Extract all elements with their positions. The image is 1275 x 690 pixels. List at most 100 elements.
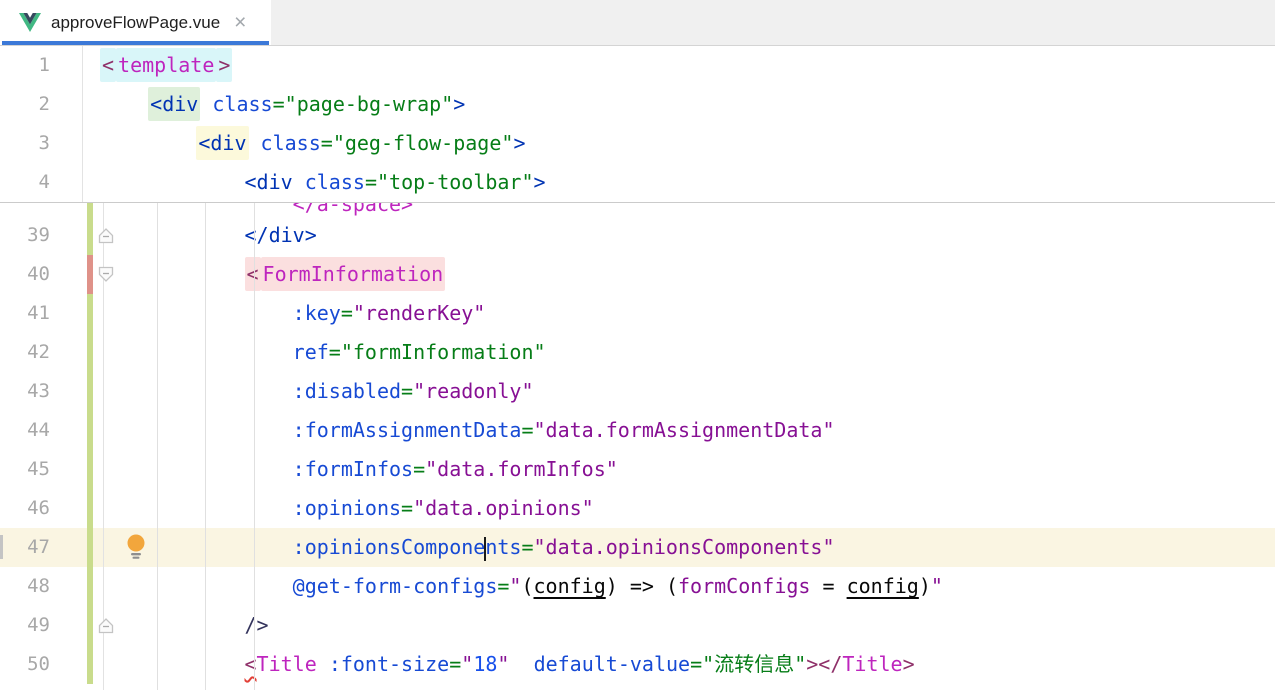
vcs-added-marker: [87, 528, 93, 567]
token-expr: ": [461, 652, 473, 676]
token-expr: ": [931, 574, 943, 598]
line-number: 41: [27, 294, 50, 333]
gutter-cell: 44: [0, 411, 100, 450]
code-text[interactable]: <div class="geg-flow-page">: [100, 124, 1275, 163]
line-number: 3: [39, 124, 50, 163]
code-text[interactable]: :opinionsComponents="data.opinionsCompon…: [100, 528, 1275, 567]
token-str: "page-bg-wrap": [285, 92, 454, 116]
token-cbr: <: [247, 262, 259, 286]
line-number: 39: [27, 216, 50, 255]
vcs-added-marker: [87, 294, 93, 333]
code-text[interactable]: <div class="top-toolbar">: [100, 163, 1275, 202]
token-param: config: [847, 574, 919, 598]
code-text[interactable]: :formAssignmentData="data.formAssignment…: [100, 411, 1275, 450]
code-line-2[interactable]: 2 <div class="page-bg-wrap">: [0, 85, 1275, 124]
code-text[interactable]: <div class="page-bg-wrap">: [100, 85, 1275, 124]
fold-down-icon[interactable]: [97, 266, 115, 287]
token-expr: "data.opinions": [413, 496, 594, 520]
token-plain: [249, 131, 261, 155]
token-cbr: <: [245, 652, 257, 676]
token-plain: [200, 92, 212, 116]
code-text[interactable]: <template>: [100, 46, 1275, 85]
token-attr: :font-size: [329, 652, 449, 676]
code-line-42[interactable]: 42 ref="formInformation": [0, 333, 1275, 372]
token-eq: =: [321, 131, 333, 155]
code-line-45[interactable]: 45 :formInfos="data.formInfos": [0, 450, 1275, 489]
vcs-added-marker: [87, 606, 93, 645]
code-text[interactable]: </div>: [100, 216, 1275, 255]
line-number: 4: [39, 163, 50, 202]
code-text[interactable]: :disabled="readonly": [100, 372, 1275, 411]
token-eq: =: [497, 574, 509, 598]
token-eq: =: [521, 418, 533, 442]
code-text[interactable]: @get-form-configs="(config) => (formConf…: [100, 567, 1275, 606]
vcs-added-marker: [87, 411, 93, 450]
token-tag: <div: [150, 92, 198, 116]
code-editor[interactable]: 1<template>2 <div class="page-bg-wrap">3…: [0, 46, 1275, 690]
token-comp: </a-space>: [293, 203, 413, 216]
code-text[interactable]: />: [100, 606, 1275, 645]
token-expr: formConfigs: [678, 574, 810, 598]
token-eq: =: [329, 340, 341, 364]
code-text[interactable]: <Title :font-size="18" default-value="流转…: [100, 645, 1275, 684]
code-line-46[interactable]: 46 :opinions="data.opinions": [0, 489, 1275, 528]
token-attr: default-value: [534, 652, 691, 676]
tab-approveflowpage[interactable]: approveFlowPage.vue ×: [0, 0, 271, 45]
code-text[interactable]: :key="renderKey": [100, 294, 1275, 333]
code-text[interactable]: ref="formInformation": [100, 333, 1275, 372]
code-line-43[interactable]: 43 :disabled="readonly": [0, 372, 1275, 411]
close-icon[interactable]: ×: [234, 12, 246, 33]
token-attr: class: [261, 131, 321, 155]
context-highlight: FormInformation: [261, 257, 446, 291]
token-comp: Title: [257, 652, 317, 676]
code-text[interactable]: </a-space>: [100, 203, 1275, 216]
token-plain: =: [810, 574, 846, 598]
fold-up-icon[interactable]: [97, 617, 115, 638]
gutter-cell: 41: [0, 294, 100, 333]
gutter-cell: 40: [0, 255, 100, 294]
code-line-41[interactable]: 41 :key="renderKey": [0, 294, 1275, 333]
code-line-48[interactable]: 48 @get-form-configs="(config) => (formC…: [0, 567, 1275, 606]
line-number: 50: [27, 645, 50, 684]
code-line-3[interactable]: 3 <div class="geg-flow-page">: [0, 124, 1275, 163]
code-text[interactable]: :opinions="data.opinions": [100, 489, 1275, 528]
gutter-cell: 49: [0, 606, 100, 645]
gutter-cell: 2: [0, 85, 100, 124]
code-text[interactable]: <FormInformation: [100, 255, 1275, 294]
gutter-cell: 42: [0, 333, 100, 372]
code-line-39[interactable]: 39 </div>: [0, 216, 1275, 255]
code-line-partial[interactable]: </a-space>: [0, 203, 1275, 216]
lightbulb-icon[interactable]: [126, 533, 146, 564]
token-eq: =: [690, 652, 702, 676]
token-tag: </div>: [245, 223, 317, 247]
code-line-4[interactable]: 4 <div class="top-toolbar">: [0, 163, 1275, 202]
code-line-40[interactable]: 40 <FormInformation: [0, 255, 1275, 294]
code-text[interactable]: :formInfos="data.formInfos": [100, 450, 1275, 489]
token-eq: =: [341, 301, 353, 325]
gutter-cell: 4: [0, 163, 100, 202]
sticky-lines-panel: 1<template>2 <div class="page-bg-wrap">3…: [0, 46, 1275, 203]
vcs-added-marker: [87, 372, 93, 411]
token-str: "top-toolbar": [377, 170, 534, 194]
gutter-cell: 46: [0, 489, 100, 528]
token-plain: [293, 170, 305, 194]
code-line-44[interactable]: 44 :formAssignmentData="data.formAssignm…: [0, 411, 1275, 450]
token-str: "formInformation": [341, 340, 546, 364]
token-eq: =: [413, 457, 425, 481]
code-line-50[interactable]: 50 <Title :font-size="18" default-value=…: [0, 645, 1275, 684]
code-line-47[interactable]: 47 :opinionsComponents="data.opinionsCom…: [0, 528, 1275, 567]
vcs-added-marker: [87, 450, 93, 489]
token-eq: =: [401, 496, 413, 520]
token-attr: nts: [485, 535, 521, 559]
context-highlight: >: [216, 48, 232, 82]
token-expr: "readonly": [413, 379, 533, 403]
line-number: 44: [27, 411, 50, 450]
fold-up-icon[interactable]: [97, 227, 115, 248]
code-line-49[interactable]: 49 />: [0, 606, 1275, 645]
token-str: "geg-flow-page": [333, 131, 514, 155]
token-tag: <div: [198, 131, 246, 155]
line-number: 48: [27, 567, 50, 606]
code-line-1[interactable]: 1<template>: [0, 46, 1275, 85]
token-cbr: >: [903, 652, 915, 676]
token-expr: ": [497, 652, 509, 676]
